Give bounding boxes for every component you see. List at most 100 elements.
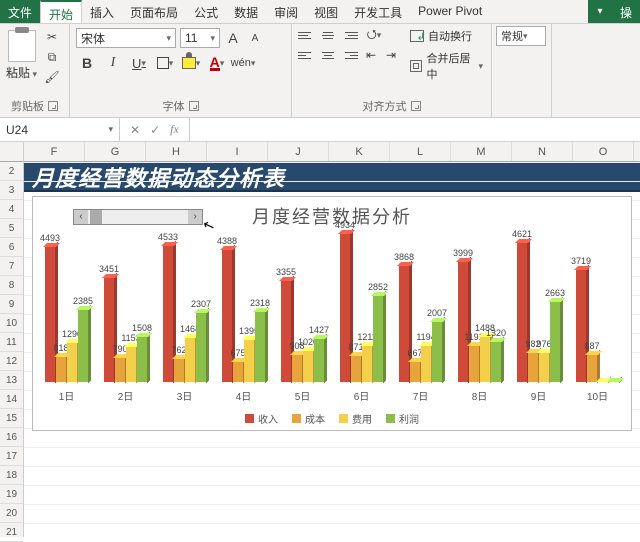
cancel-formula-button[interactable]: ✕ <box>130 123 140 137</box>
align-bottom-button[interactable] <box>340 26 360 44</box>
wrap-text-button[interactable]: 自动换行 <box>406 26 487 46</box>
column-header[interactable]: H <box>146 142 207 161</box>
chart-bar: 3999 <box>458 262 468 382</box>
worksheet: 23456789101112131415161718192021 FGHIJKL… <box>0 142 640 537</box>
chart-bar: 790 <box>115 358 125 382</box>
column-header[interactable]: K <box>329 142 390 161</box>
merge-center-button[interactable]: 合并后居中 <box>406 48 487 84</box>
tab-页面布局[interactable]: 页面布局 <box>122 0 186 23</box>
column-header[interactable]: L <box>390 142 451 161</box>
tab-file[interactable]: 文件 <box>0 0 40 23</box>
row-header[interactable]: 3 <box>0 181 23 200</box>
underline-button[interactable]: U <box>128 52 150 74</box>
row-header[interactable]: 10 <box>0 314 23 333</box>
row-header[interactable]: 5 <box>0 219 23 238</box>
row-header[interactable]: 16 <box>0 428 23 447</box>
cut-button[interactable]: ✂ <box>43 28 61 46</box>
row-header[interactable]: 13 <box>0 371 23 390</box>
formula-input[interactable] <box>189 118 640 141</box>
bar-value-label: 3355 <box>276 267 296 277</box>
alignment-dialog-launcher[interactable] <box>411 101 421 111</box>
bold-button[interactable]: B <box>76 52 98 74</box>
row-header[interactable]: 18 <box>0 466 23 485</box>
column-header[interactable]: N <box>512 142 573 161</box>
column-header[interactable]: J <box>268 142 329 161</box>
row-header[interactable]: 19 <box>0 485 23 504</box>
tab-插入[interactable]: 插入 <box>82 0 122 23</box>
decrease-font-button[interactable]: A <box>246 29 264 47</box>
tab-数据[interactable]: 数据 <box>226 0 266 23</box>
font-dialog-launcher[interactable] <box>189 101 199 111</box>
x-axis-label: 9日 <box>531 388 547 403</box>
align-right-button[interactable] <box>340 46 360 64</box>
insert-function-button[interactable]: fx <box>170 122 179 137</box>
chart-bar: 2852 <box>373 296 383 382</box>
select-all-button[interactable] <box>0 142 23 162</box>
row-header[interactable]: 12 <box>0 352 23 371</box>
column-header[interactable]: I <box>207 142 268 161</box>
align-middle-button[interactable] <box>318 26 338 44</box>
bar-value-label: 2318 <box>250 298 270 308</box>
decrease-indent-button[interactable]: ⇤ <box>362 46 380 64</box>
scrollbar-right-arrow[interactable]: › <box>188 210 202 224</box>
row-header[interactable]: 17 <box>0 447 23 466</box>
column-header[interactable]: O <box>573 142 634 161</box>
tab-审阅[interactable]: 审阅 <box>266 0 306 23</box>
border-button[interactable] <box>154 52 176 74</box>
copy-button[interactable]: ⧉ <box>43 48 61 66</box>
number-format-select[interactable]: 常规 <box>496 26 546 46</box>
italic-button[interactable]: I <box>102 52 124 74</box>
row-header[interactable]: 9 <box>0 295 23 314</box>
row-header[interactable]: 8 <box>0 276 23 295</box>
align-top-button[interactable] <box>296 26 316 44</box>
column-header[interactable]: G <box>85 142 146 161</box>
paste-button[interactable]: 粘贴 <box>6 28 37 86</box>
row-header[interactable]: 2 <box>0 162 23 181</box>
column-headers: FGHIJKLMNO <box>24 142 640 162</box>
confirm-formula-button[interactable]: ✓ <box>150 123 160 137</box>
ribbon-collapse-button[interactable]: ▾ <box>588 0 612 23</box>
tab-视图[interactable]: 视图 <box>306 0 346 23</box>
increase-indent-button[interactable]: ⇥ <box>382 46 400 64</box>
chart-object[interactable]: ‹ › ↖ 月度经营数据分析 4493818129023851日34517901… <box>32 196 632 431</box>
increase-font-button[interactable]: A <box>224 29 242 47</box>
row-header[interactable]: 20 <box>0 504 23 523</box>
formula-bar: U24 ✕ ✓ fx <box>0 118 640 142</box>
align-center-button[interactable] <box>318 46 338 64</box>
name-box[interactable]: U24 <box>0 118 120 141</box>
tab-Power Pivot[interactable]: Power Pivot <box>410 0 490 23</box>
row-header[interactable]: 11 <box>0 333 23 352</box>
row-header[interactable]: 15 <box>0 409 23 428</box>
font-size-select[interactable]: 11 <box>180 28 220 48</box>
column-header[interactable]: F <box>24 142 85 161</box>
tab-开发工具[interactable]: 开发工具 <box>346 0 410 23</box>
format-painter-button[interactable]: 🖌 <box>43 68 61 86</box>
phonetic-button[interactable]: wén <box>232 52 254 74</box>
bar-value-label: 4621 <box>512 229 532 239</box>
row-header[interactable]: 4 <box>0 200 23 219</box>
bar-value-label: 2663 <box>545 288 565 298</box>
tab-开始[interactable]: 开始 <box>40 0 82 23</box>
row-header[interactable]: 6 <box>0 238 23 257</box>
fill-color-button[interactable] <box>180 52 202 74</box>
row-header[interactable]: 7 <box>0 257 23 276</box>
orientation-button[interactable]: ⭯ <box>362 26 386 44</box>
row-header[interactable]: 21 <box>0 523 23 542</box>
paste-icon <box>8 30 36 62</box>
font-color-button[interactable]: A <box>206 52 228 74</box>
x-axis-label: 1日 <box>59 388 75 403</box>
scrollbar-left-arrow[interactable]: ‹ <box>74 210 88 224</box>
align-left-button[interactable] <box>296 46 316 64</box>
column-header[interactable]: M <box>451 142 512 161</box>
chart-bar: 818 <box>56 357 66 382</box>
x-axis-label: 3日 <box>177 388 193 403</box>
x-axis-label: 6日 <box>354 388 370 403</box>
font-name-select[interactable]: 宋体 <box>76 28 176 48</box>
grid-area[interactable]: FGHIJKLMNO 月度经营数据动态分析表 ‹ › ↖ 月度经营数据分析 44… <box>24 142 640 537</box>
chart-scrollbar-control[interactable]: ‹ › <box>73 209 203 225</box>
tab-extra[interactable]: 操 <box>612 0 640 23</box>
tab-公式[interactable]: 公式 <box>186 0 226 23</box>
scrollbar-thumb[interactable] <box>90 210 102 224</box>
clipboard-dialog-launcher[interactable] <box>48 101 58 111</box>
row-header[interactable]: 14 <box>0 390 23 409</box>
